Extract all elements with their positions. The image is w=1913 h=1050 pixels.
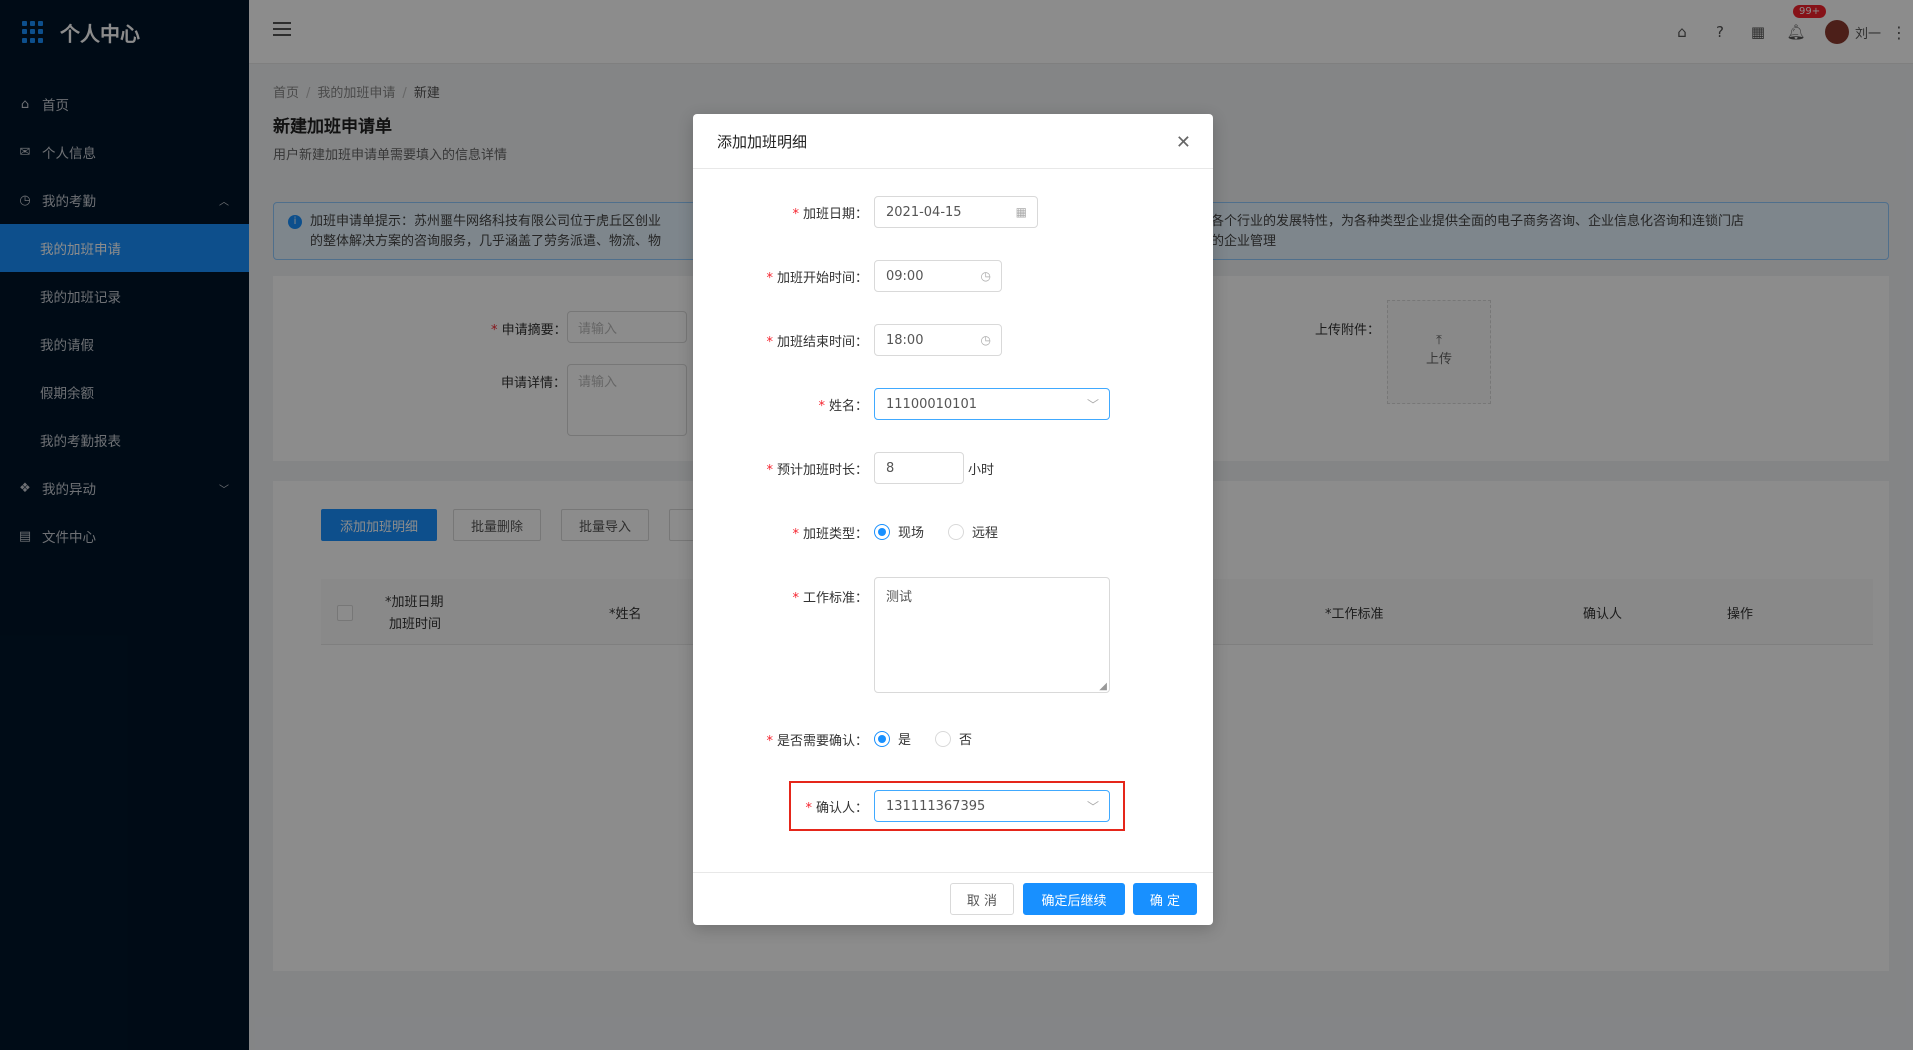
radio-onsite-label[interactable]: 现场 — [898, 522, 924, 541]
hours-input[interactable]: 8 — [874, 452, 964, 484]
name-value: 11100010101 — [886, 396, 977, 412]
radio-no[interactable] — [935, 730, 952, 747]
radio-yes[interactable] — [874, 730, 890, 747]
chevron-down-icon: ﹀ — [1086, 397, 1099, 412]
confirmer-label: * 确认人： — [805, 801, 868, 816]
hours-value: 8 — [886, 460, 895, 476]
date-label: * 加班日期： — [792, 207, 868, 222]
modal-title: 添加加班明细 — [717, 132, 808, 151]
standard-label: * 工作标准： — [792, 591, 868, 606]
modal-header: 添加加班明细 — [693, 114, 1213, 169]
date-value: 2021-04-15 — [886, 204, 962, 220]
close-icon[interactable]: ✕ — [1176, 132, 1191, 153]
start-time-value: 09:00 — [886, 268, 924, 284]
end-time-label: * 加班结束时间： — [766, 335, 868, 350]
resize-handle-icon[interactable]: ◢ — [1099, 681, 1107, 692]
calendar-icon: ▦ — [1015, 205, 1027, 219]
standard-value: 测试 — [886, 590, 913, 605]
start-time-picker[interactable]: 09:00 ◷ — [874, 260, 1002, 292]
radio-remote[interactable] — [948, 523, 965, 540]
add-overtime-modal: 添加加班明细 ✕ * 加班日期： 2021-04-15 ▦ * 加班开始时间： 09… — [693, 114, 1213, 925]
confirmer-value: 131111367395 — [886, 798, 986, 814]
need-confirm-label: * 是否需要确认： — [766, 734, 868, 749]
type-label: * 加班类型： — [792, 527, 868, 542]
radio-remote-label[interactable]: 远程 — [972, 522, 998, 541]
end-time-picker[interactable]: 18:00 ◷ — [874, 324, 1002, 356]
confirm-button[interactable]: 确 定 — [1133, 883, 1197, 915]
confirm-radio-group: 是 否 — [874, 729, 996, 748]
clock-icon: ◷ — [980, 269, 991, 283]
standard-textarea[interactable]: 测试 ◢ — [874, 577, 1110, 693]
type-radio-group: 现场 远程 — [874, 522, 1022, 541]
clock-icon: ◷ — [980, 333, 991, 347]
modal-footer: 取 消 确定后继续 确 定 — [693, 872, 1213, 925]
end-time-value: 18:00 — [886, 332, 924, 348]
confirm-continue-button[interactable]: 确定后继续 — [1023, 883, 1125, 915]
radio-no-label[interactable]: 否 — [959, 729, 972, 748]
radio-yes-label[interactable]: 是 — [898, 729, 911, 748]
radio-onsite[interactable] — [874, 523, 890, 540]
hours-label: * 预计加班时长： — [766, 463, 868, 478]
name-select[interactable]: 11100010101 ﹀ — [874, 388, 1110, 420]
confirmer-select[interactable]: 131111367395 ﹀ — [874, 790, 1110, 822]
chevron-down-icon: ﹀ — [1086, 799, 1099, 814]
hours-unit: 小时 — [968, 463, 995, 478]
start-time-label: * 加班开始时间： — [766, 271, 868, 286]
date-picker[interactable]: 2021-04-15 ▦ — [874, 196, 1038, 228]
cancel-button[interactable]: 取 消 — [950, 883, 1014, 915]
name-label: * 姓名： — [818, 399, 868, 414]
